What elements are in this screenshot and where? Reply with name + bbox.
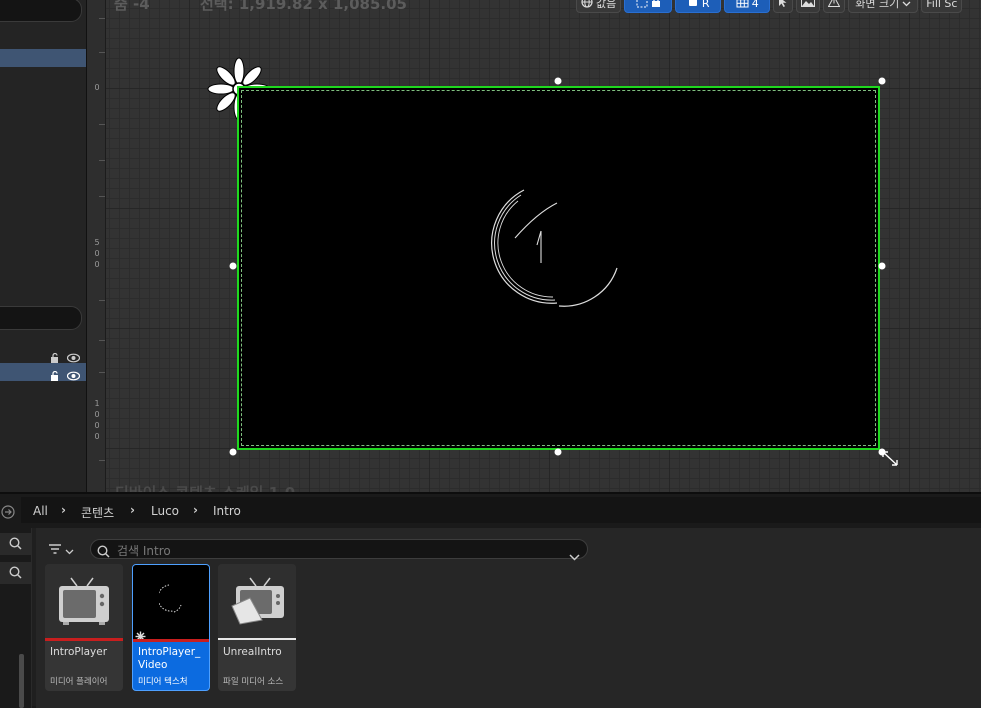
snap-rotation-button[interactable]: R [675, 0, 722, 13]
screen-size-dropdown[interactable]: 화면 크기 [848, 0, 919, 13]
resize-handle-bottom[interactable] [554, 448, 562, 456]
asset-type-color-bar [133, 639, 209, 642]
warning-icon [827, 0, 841, 10]
media-source-icon [231, 577, 284, 625]
video-image-widget[interactable] [237, 86, 880, 450]
resize-handle-top-right[interactable] [878, 77, 886, 85]
breadcrumb-item[interactable]: Intro [213, 504, 241, 518]
grid-size-label: 4 [751, 0, 759, 10]
asset-type-color-bar [45, 638, 123, 641]
rotation-label: R [701, 0, 710, 10]
ruler-label: 1 [94, 399, 100, 408]
hierarchy-row[interactable] [0, 346, 86, 363]
value-button[interactable]: 값음 [576, 0, 622, 13]
lock-icon[interactable] [50, 366, 60, 381]
chevron-right-icon: › [130, 503, 135, 517]
breadcrumb-item[interactable]: Luco [151, 504, 179, 518]
asset-tile-intro-player-video[interactable]: IntroPlayer_ Video 미디어 텍스처 [132, 564, 210, 691]
chevron-right-icon: › [193, 503, 198, 517]
search-button[interactable] [0, 562, 31, 584]
eye-icon[interactable] [66, 366, 81, 381]
lock-icon [651, 0, 661, 11]
screen-size-label: 화면 크기 [855, 0, 900, 10]
palette-search-input[interactable] [0, 0, 82, 22]
zoom-label: 줌 -4 [114, 0, 150, 13]
ruler-label: 0 [94, 260, 100, 269]
resize-handle-left[interactable] [229, 262, 237, 270]
asset-name: UnrealIntro [223, 646, 282, 658]
search-placeholder: 검색 Intro [117, 544, 171, 558]
search-icon [97, 543, 110, 562]
breadcrumb-item[interactable]: 콘텐츠 [81, 504, 114, 521]
content-browser: All › 콘텐츠 › Luco › Intro 검색 Intro IntroP… [0, 492, 981, 708]
ruler-label: 0 [94, 410, 100, 419]
breadcrumb-item[interactable]: All [33, 504, 48, 518]
search-button[interactable] [0, 533, 31, 555]
scrollbar[interactable] [19, 654, 24, 708]
search-icon [9, 564, 22, 583]
select-mode-button[interactable] [624, 0, 673, 13]
eye-icon[interactable] [66, 348, 81, 363]
flower-badge-icon [135, 627, 146, 646]
breadcrumb: All › 콘텐츠 › Luco › Intro [0, 494, 981, 528]
lock-icon[interactable] [50, 348, 60, 363]
ruler-label: 0 [94, 421, 100, 430]
chevron-right-icon: › [61, 503, 66, 517]
asset-name: IntroPlayer_ Video [138, 646, 201, 671]
value-label: 값음 [596, 0, 617, 10]
palette-item-selected[interactable] [0, 49, 86, 67]
filter-icon [48, 540, 62, 559]
hierarchy-panel [0, 0, 87, 492]
cursor-icon [778, 0, 788, 11]
filter-dropdown[interactable] [48, 540, 82, 558]
chevron-down-icon [902, 0, 911, 10]
resize-handle-right[interactable] [878, 262, 886, 270]
resize-diagonal-icon [880, 450, 900, 472]
video-frame-preview [159, 584, 182, 613]
snap-icon [687, 0, 699, 11]
asset-name: IntroPlayer [50, 646, 108, 658]
marquee-icon [636, 0, 648, 11]
asset-type: 미디어 플레이어 [50, 677, 108, 687]
asset-thumbnail [218, 564, 296, 638]
asset-tile-unreal-intro[interactable]: UnrealIntro 파일 미디어 소스 [218, 564, 296, 691]
grid-icon [736, 0, 749, 11]
history-icon[interactable] [1, 504, 15, 523]
hierarchy-row-selected[interactable] [0, 363, 86, 381]
fill-screen-label: Fill Sc [926, 0, 958, 10]
search-icon [9, 535, 22, 554]
asset-type-color-bar [218, 638, 296, 640]
asset-thumbnail [133, 565, 209, 642]
ruler-label: 0 [94, 83, 100, 92]
image-button[interactable] [796, 0, 821, 13]
tv-icon [59, 577, 109, 625]
selection-size-label: 선택: 1,919.82 x 1,085.05 [200, 0, 407, 13]
ruler-label: 0 [94, 249, 100, 258]
resize-handle-top[interactable] [554, 77, 562, 85]
asset-type: 파일 미디어 소스 [223, 677, 284, 687]
fill-screen-dropdown[interactable]: Fill Sc [921, 0, 963, 13]
ruler-label: 5 [94, 238, 100, 247]
chevron-down-icon[interactable] [569, 546, 580, 565]
resize-handle-bottom-left[interactable] [229, 448, 237, 456]
chevron-down-icon [65, 540, 74, 559]
intro-logo-frame [491, 189, 618, 307]
hierarchy-search-input[interactable] [0, 306, 82, 330]
warning-button[interactable] [823, 0, 846, 13]
vertical-ruler: 0 5 0 0 1 0 0 0 [87, 0, 106, 492]
globe-icon [581, 0, 593, 11]
asset-type: 미디어 텍스처 [138, 677, 188, 687]
cursor-button[interactable] [773, 0, 794, 13]
canvas-toolbar: 값음 R 4 화면 크기 Fill Sc [576, 0, 963, 14]
grid-snap-button[interactable]: 4 [724, 0, 771, 13]
asset-tile-intro-player[interactable]: IntroPlayer 미디어 플레이어 [45, 564, 123, 691]
asset-thumbnail [45, 564, 123, 638]
ruler-label: 0 [94, 432, 100, 441]
sources-panel [0, 528, 32, 708]
asset-search-input[interactable]: 검색 Intro [90, 539, 588, 562]
image-icon [801, 0, 816, 10]
